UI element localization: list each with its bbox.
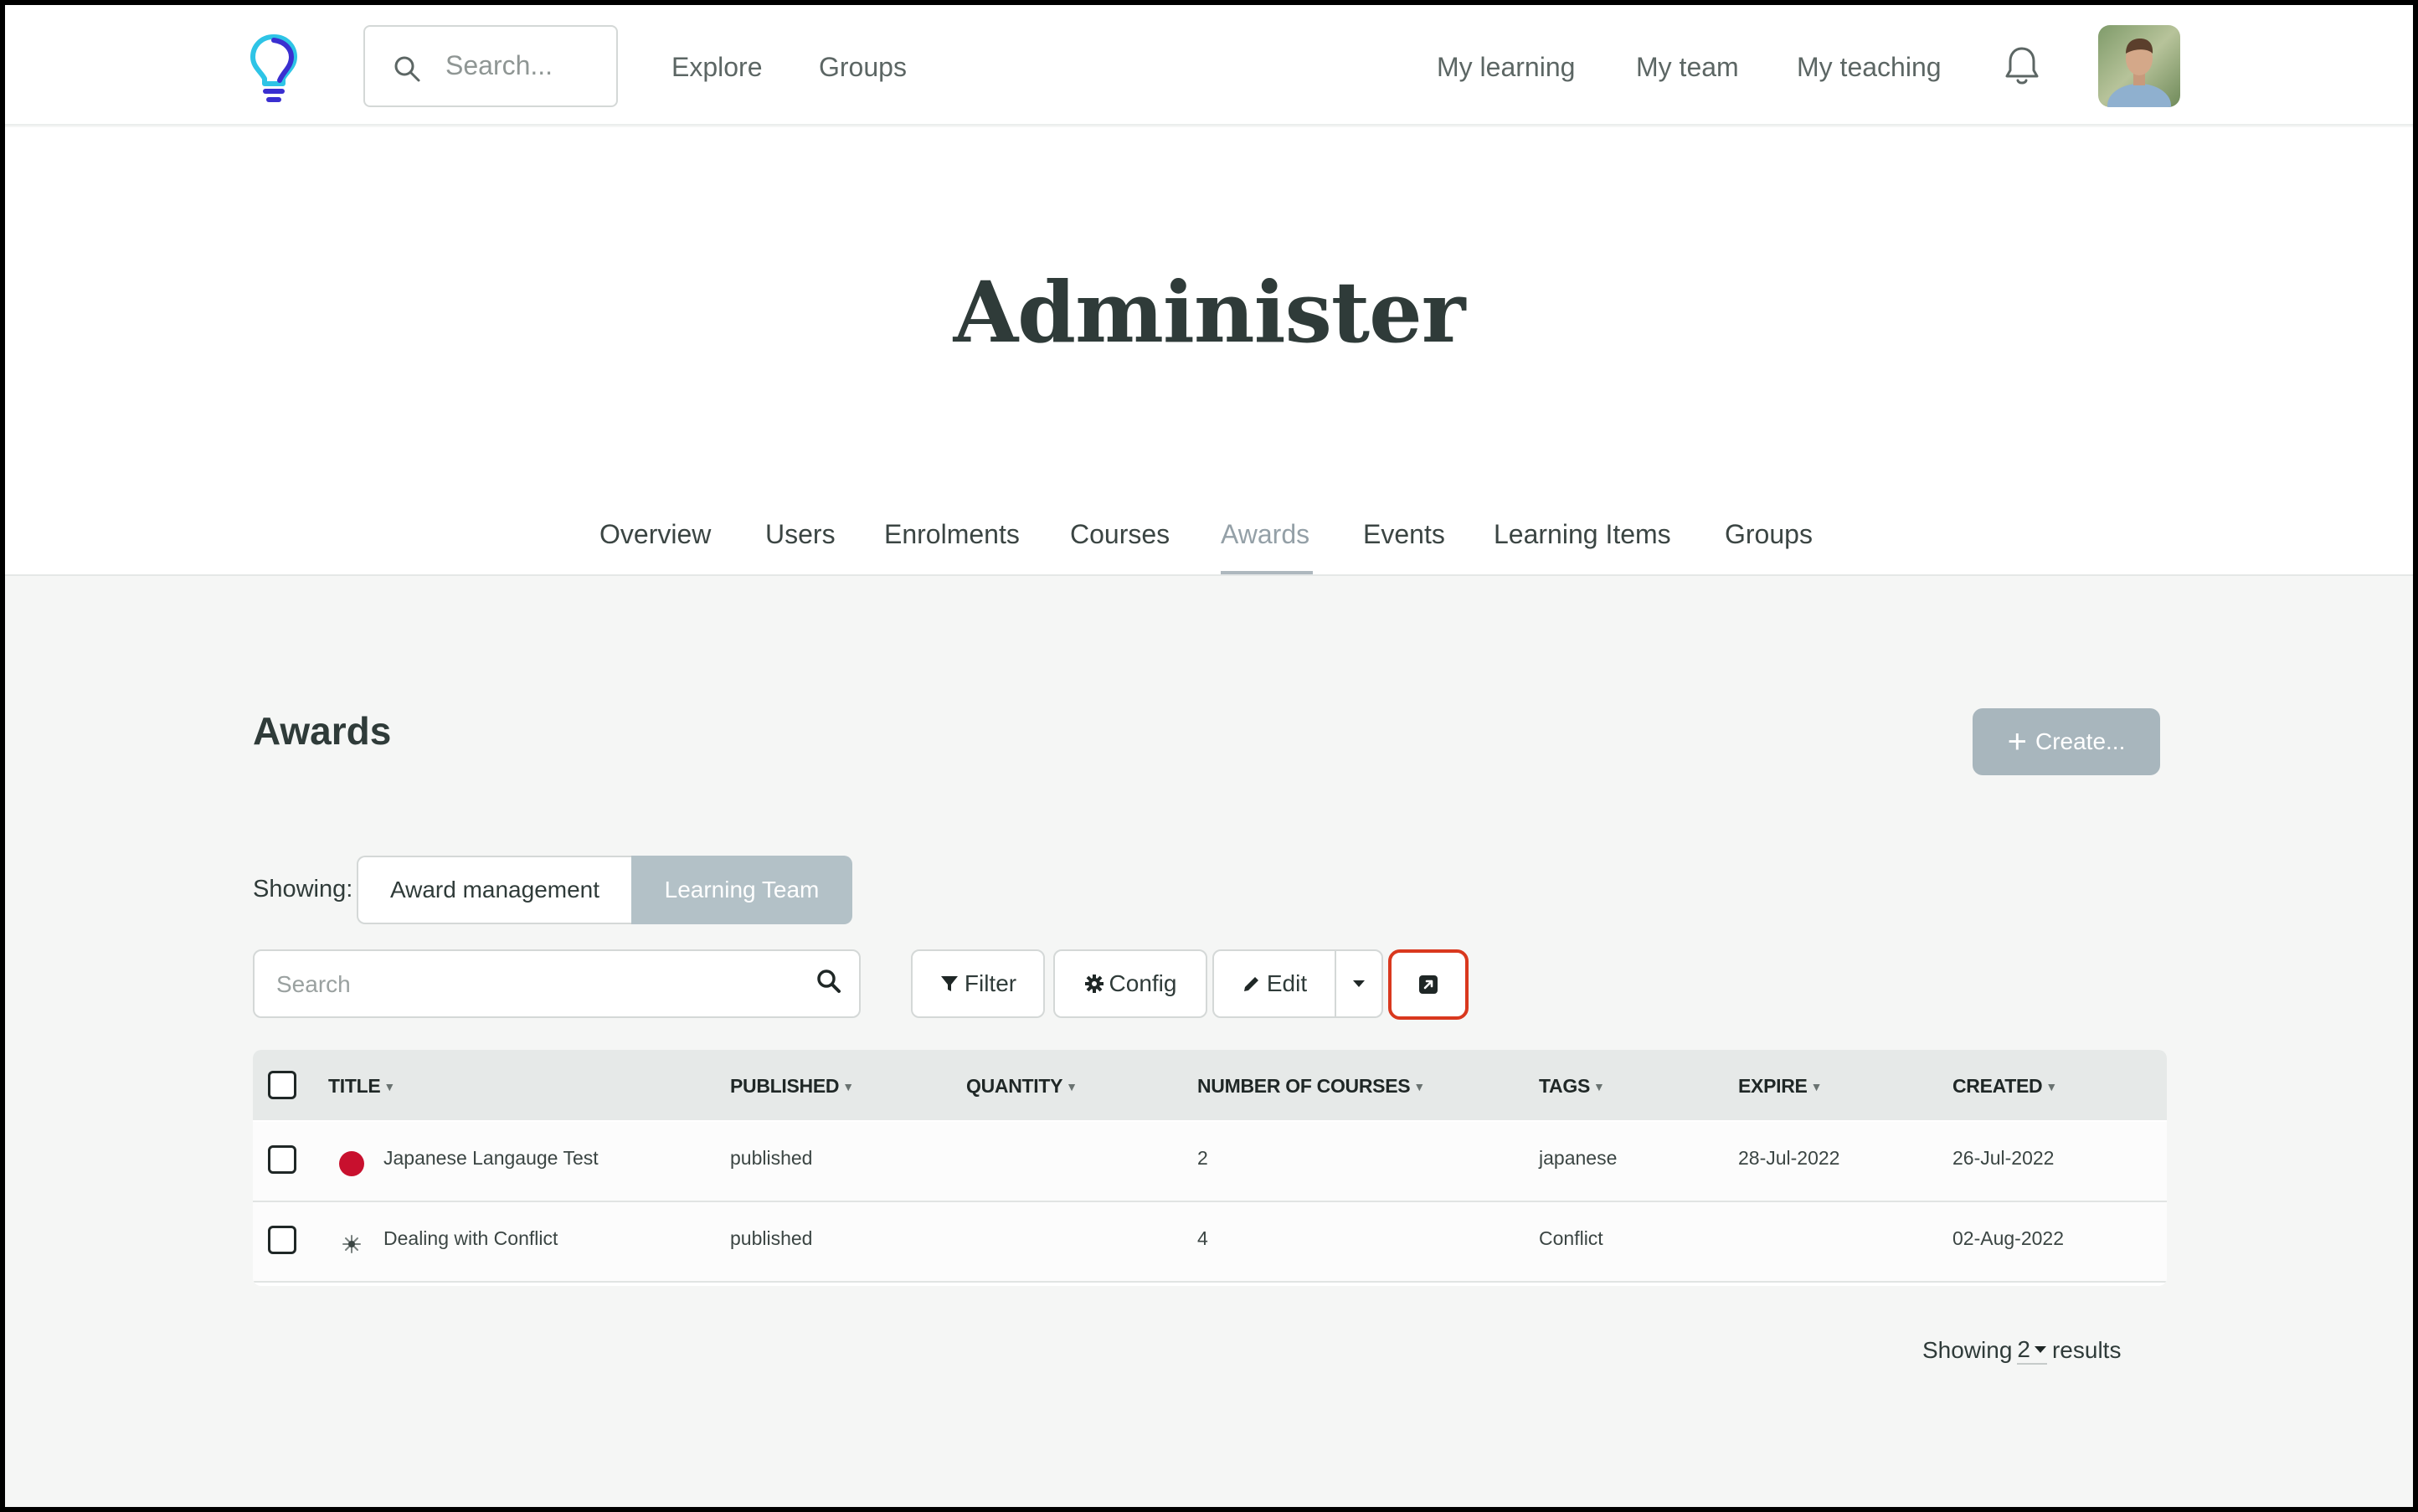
cell-expire: 28-Jul-2022 [1738,1147,1840,1169]
nav-my-teaching[interactable]: My teaching [1797,52,1942,83]
nav-groups[interactable]: Groups [819,52,907,83]
nav-my-learning[interactable]: My learning [1437,52,1575,83]
japan-flag-icon [339,1151,364,1176]
column-expire-label: EXPIRE [1738,1075,1808,1097]
global-search-placeholder: Search... [445,50,553,80]
edit-button[interactable]: Edit [1214,951,1336,1016]
filter-button-label: Filter [964,970,1017,996]
edit-dropdown-toggle[interactable] [1336,951,1381,1016]
column-number-of-courses-label: NUMBER OF COURSES [1197,1075,1411,1097]
column-quantity[interactable]: QUANTITY ▼ [966,1075,1078,1098]
results-summary: Showing 2 results [1922,1336,2121,1365]
page-size-select[interactable]: 2 [2017,1336,2047,1365]
column-number-of-courses[interactable]: NUMBER OF COURSES ▼ [1197,1075,1425,1098]
results-prefix: Showing [1922,1337,2013,1363]
top-navbar: Search... Explore Groups My learning My … [5,5,2413,126]
cell-created: 02-Aug-2022 [1952,1227,2064,1249]
active-tab-indicator [1221,571,1313,574]
tab-overview[interactable]: Overview [599,519,711,550]
sort-caret-icon: ▼ [1810,1079,1823,1093]
table-header: TITLE ▼ PUBLISHED ▼ QUANTITY ▼ NUMBER OF CO… [253,1050,2167,1120]
select-all-checkbox[interactable] [268,1071,296,1099]
tab-enrolments[interactable]: Enrolments [884,519,1020,550]
user-avatar[interactable] [2098,25,2180,107]
global-search-input[interactable]: Search... [363,25,618,107]
table-search-placeholder: Search [276,971,351,997]
column-tags[interactable]: TAGS ▼ [1539,1075,1605,1098]
plus-icon: + [2007,723,2027,760]
app-window: Search... Explore Groups My learning My … [5,5,2413,1507]
gear-icon [1084,975,1104,993]
cell-published: published [730,1227,813,1249]
segment-award-management[interactable]: Award management [357,856,631,924]
table-row[interactable]: Dealing with Conflict published 4 Confli… [253,1202,2167,1283]
external-link-icon [1419,975,1438,994]
column-title[interactable]: TITLE ▼ [328,1075,395,1098]
tab-awards[interactable]: Awards [1221,519,1309,550]
tab-events[interactable]: Events [1363,519,1445,550]
cell-title[interactable]: Dealing with Conflict [383,1227,558,1250]
column-quantity-label: QUANTITY [966,1075,1063,1097]
sort-caret-icon: ▼ [1413,1079,1425,1093]
cell-published: published [730,1147,813,1169]
table-row[interactable]: Japanese Langauge Test published 2 japan… [253,1122,2167,1202]
edit-button-label: Edit [1266,970,1308,996]
filter-button[interactable]: Filter [911,949,1045,1018]
column-published-label: PUBLISHED [730,1075,840,1097]
pencil-icon [1243,977,1258,991]
awards-table: TITLE ▼ PUBLISHED ▼ QUANTITY ▼ NUMBER OF CO… [253,1050,2167,1286]
caret-down-icon [1353,980,1365,987]
search-icon [394,56,420,82]
edit-button-group: Edit [1212,949,1383,1018]
column-expire[interactable]: EXPIRE ▼ [1738,1075,1822,1098]
row-checkbox[interactable] [268,1226,296,1254]
tab-learning-items[interactable]: Learning Items [1494,519,1671,550]
section-title: Awards [253,709,392,753]
column-created[interactable]: CREATED ▼ [1952,1075,2057,1098]
config-button[interactable]: Config [1053,949,1207,1018]
cell-tags: japanese [1539,1147,1618,1169]
cell-created: 26-Jul-2022 [1952,1147,2055,1169]
table-search-input[interactable]: Search [253,949,861,1018]
create-button-label: Create... [2035,728,2126,754]
nav-explore[interactable]: Explore [671,52,763,83]
column-tags-label: TAGS [1539,1075,1590,1097]
admin-hero: Administer Overview Users Enrolments Cou… [5,127,2413,576]
create-button[interactable]: + Create... [1973,708,2160,775]
caret-down-icon [2034,1346,2046,1353]
tab-groups[interactable]: Groups [1725,519,1813,550]
cell-title[interactable]: Japanese Langauge Test [383,1147,599,1170]
cell-courses: 4 [1197,1227,1208,1249]
export-button[interactable] [1388,949,1469,1020]
column-published[interactable]: PUBLISHED ▼ [730,1075,854,1098]
bell-icon[interactable] [2003,44,2041,87]
page-title: Administer [953,263,1466,362]
search-icon[interactable] [815,968,842,995]
sort-caret-icon: ▼ [1592,1079,1605,1093]
funnel-icon [940,976,958,991]
avatar-image [2098,25,2180,107]
results-suffix: results [2051,1337,2122,1363]
column-title-label: TITLE [328,1075,381,1097]
sort-caret-icon: ▼ [842,1079,854,1093]
sort-caret-icon: ▼ [2045,1079,2057,1093]
segment-learning-team[interactable]: Learning Team [631,856,852,924]
config-button-label: Config [1109,970,1177,996]
cell-courses: 2 [1197,1147,1208,1169]
lightbulb-logo[interactable] [246,32,301,104]
sort-caret-icon: ▼ [1066,1079,1078,1093]
tab-courses[interactable]: Courses [1070,519,1170,550]
conflict-icon [342,1235,361,1253]
tab-users[interactable]: Users [765,519,836,550]
row-checkbox[interactable] [268,1145,296,1174]
column-created-label: CREATED [1952,1075,2043,1097]
showing-label: Showing: [253,876,353,903]
page-size-value: 2 [2017,1336,2030,1362]
sort-caret-icon: ▼ [383,1079,395,1093]
cell-tags: Conflict [1539,1227,1603,1249]
nav-my-team[interactable]: My team [1636,52,1739,83]
